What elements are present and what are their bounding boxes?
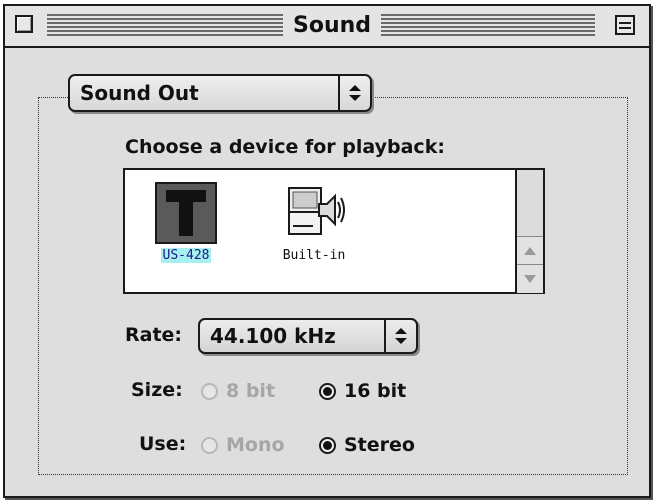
device-list-scrollbar[interactable]: [515, 170, 543, 293]
updown-arrows-icon: [384, 320, 416, 352]
rate-popup[interactable]: 44.100 kHz: [198, 318, 418, 354]
radio-button[interactable]: [319, 382, 336, 400]
sound-out-popup-label: Sound Out: [80, 81, 199, 105]
radio-label: 16 bit: [344, 380, 407, 402]
scroll-down-arrow-icon[interactable]: [517, 264, 543, 293]
computer-speaker-icon: [283, 182, 345, 244]
device-label: US-428: [160, 248, 212, 263]
window-title: Sound: [285, 12, 379, 40]
use-option-stereo[interactable]: Stereo: [319, 434, 415, 456]
rate-value: 44.100 kHz: [210, 324, 336, 348]
device-label: Built-in: [282, 248, 346, 263]
sound-window: Sound Sound Out Choose a device for play…: [3, 4, 651, 498]
radio-button[interactable]: [201, 382, 218, 400]
radio-button[interactable]: [201, 436, 218, 454]
title-bar[interactable]: Sound: [5, 6, 649, 48]
close-box[interactable]: [15, 15, 33, 33]
size-option-8-bit[interactable]: 8 bit: [201, 380, 275, 402]
rate-label: Rate:: [125, 324, 183, 346]
updown-arrows-icon: [338, 76, 370, 110]
device-item-built-in[interactable]: Built-in: [271, 182, 357, 263]
playback-prompt: Choose a device for playback:: [125, 136, 445, 158]
tascam-t-icon: [155, 182, 217, 244]
size-label: Size:: [131, 379, 183, 401]
radio-label: 8 bit: [226, 380, 276, 402]
use-label: Use:: [139, 433, 187, 455]
sound-out-popup[interactable]: Sound Out: [68, 74, 372, 112]
collapse-box[interactable]: [615, 15, 635, 35]
device-item-us-428[interactable]: US-428: [143, 182, 229, 263]
window-content: Sound Out Choose a device for playback: …: [5, 48, 649, 496]
radio-button[interactable]: [319, 436, 336, 454]
title-stripes-left: [47, 14, 283, 38]
radio-label: Mono: [226, 434, 285, 456]
title-stripes-right: [381, 14, 595, 38]
scroll-up-arrow-icon[interactable]: [517, 236, 543, 265]
size-option-16-bit[interactable]: 16 bit: [319, 380, 406, 402]
use-option-mono[interactable]: Mono: [201, 434, 285, 456]
device-list[interactable]: US-428 Built-in: [123, 168, 545, 294]
radio-label: Stereo: [344, 434, 415, 456]
